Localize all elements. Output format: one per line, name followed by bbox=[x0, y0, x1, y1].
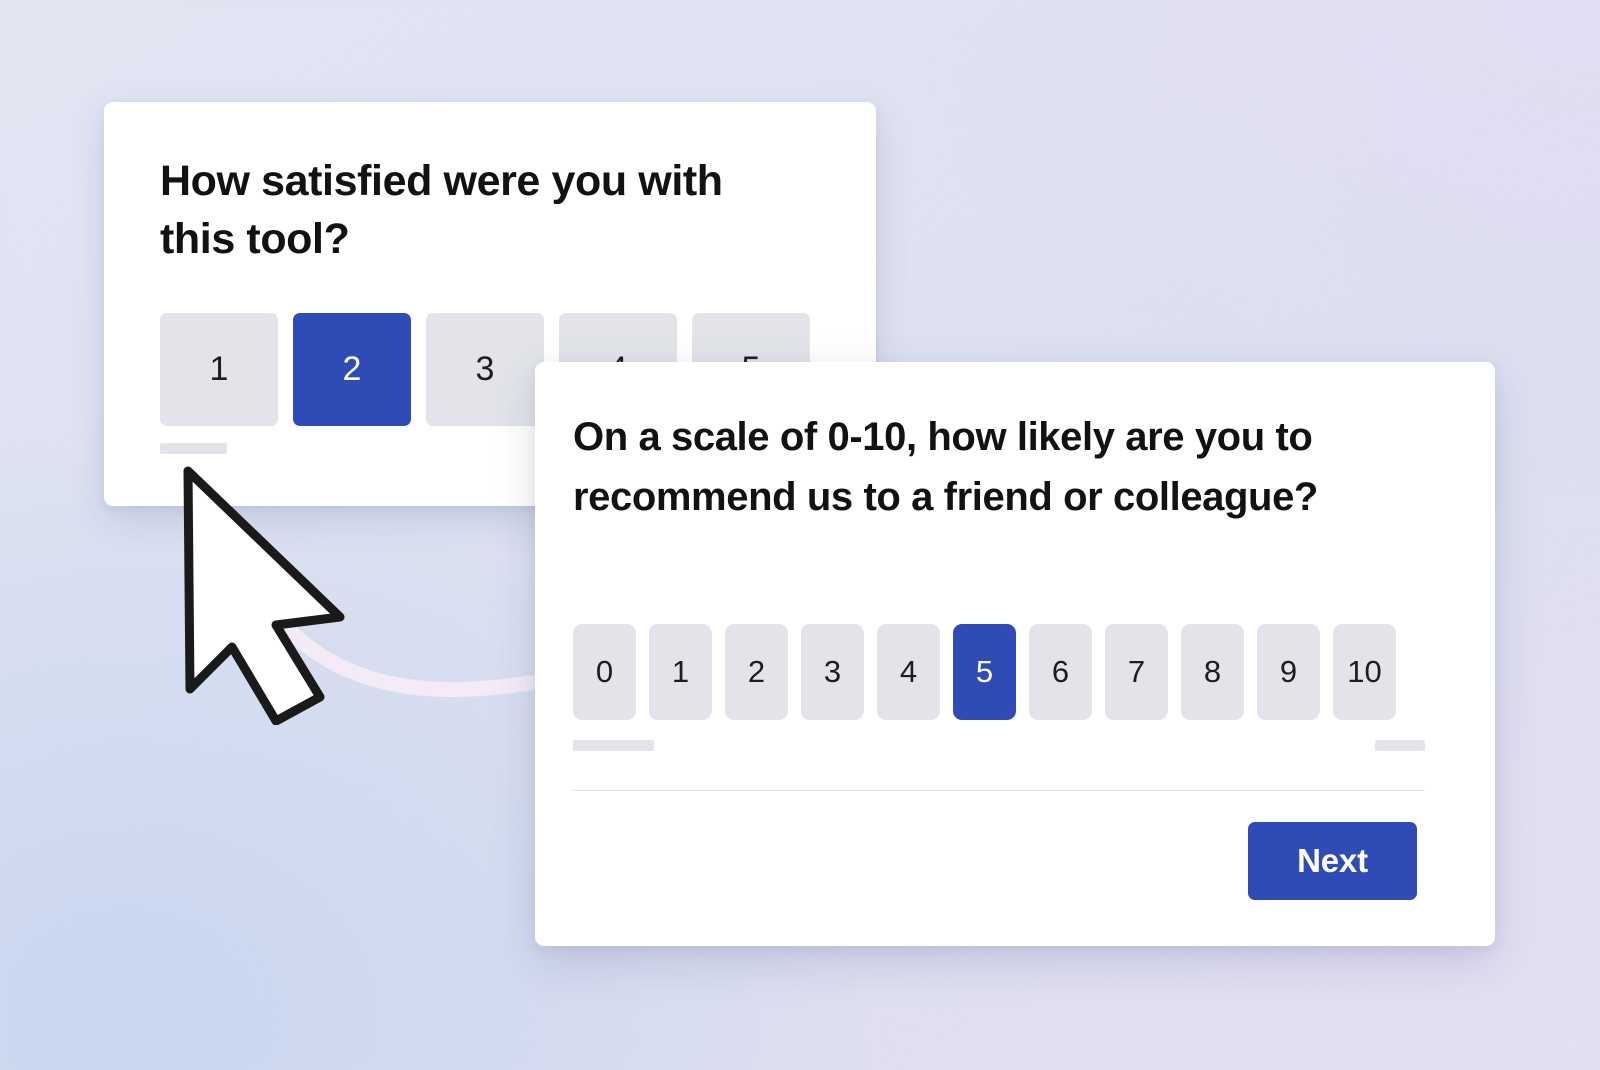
nps-option-4[interactable]: 4 bbox=[877, 624, 940, 720]
nps-footer-divider bbox=[573, 790, 1425, 791]
nps-option-6[interactable]: 6 bbox=[1029, 624, 1092, 720]
satisfaction-scale-label-placeholder bbox=[160, 443, 227, 454]
nps-option-3[interactable]: 3 bbox=[801, 624, 864, 720]
satisfaction-option-1[interactable]: 1 bbox=[160, 313, 278, 426]
nps-low-anchor-label-placeholder bbox=[573, 740, 654, 751]
nps-option-1[interactable]: 1 bbox=[649, 624, 712, 720]
nps-option-9[interactable]: 9 bbox=[1257, 624, 1320, 720]
nps-high-anchor-label-placeholder bbox=[1375, 740, 1425, 751]
cursor-connector-arc bbox=[255, 590, 560, 689]
nps-option-5[interactable]: 5 bbox=[953, 624, 1016, 720]
nps-option-row: 0 1 2 3 4 5 6 7 8 9 10 bbox=[573, 624, 1396, 720]
cursor-arrow-shape bbox=[188, 471, 340, 721]
nps-survey-card: On a scale of 0-10, how likely are you t… bbox=[535, 362, 1495, 946]
nps-option-2[interactable]: 2 bbox=[725, 624, 788, 720]
satisfaction-option-2[interactable]: 2 bbox=[293, 313, 411, 426]
nps-option-8[interactable]: 8 bbox=[1181, 624, 1244, 720]
nps-option-7[interactable]: 7 bbox=[1105, 624, 1168, 720]
satisfaction-option-3[interactable]: 3 bbox=[426, 313, 544, 426]
satisfaction-question-title: How satisfied were you with this tool? bbox=[160, 152, 800, 268]
nps-option-10[interactable]: 10 bbox=[1333, 624, 1396, 720]
next-button[interactable]: Next bbox=[1248, 822, 1417, 900]
nps-question-title: On a scale of 0-10, how likely are you t… bbox=[573, 407, 1453, 527]
nps-option-0[interactable]: 0 bbox=[573, 624, 636, 720]
